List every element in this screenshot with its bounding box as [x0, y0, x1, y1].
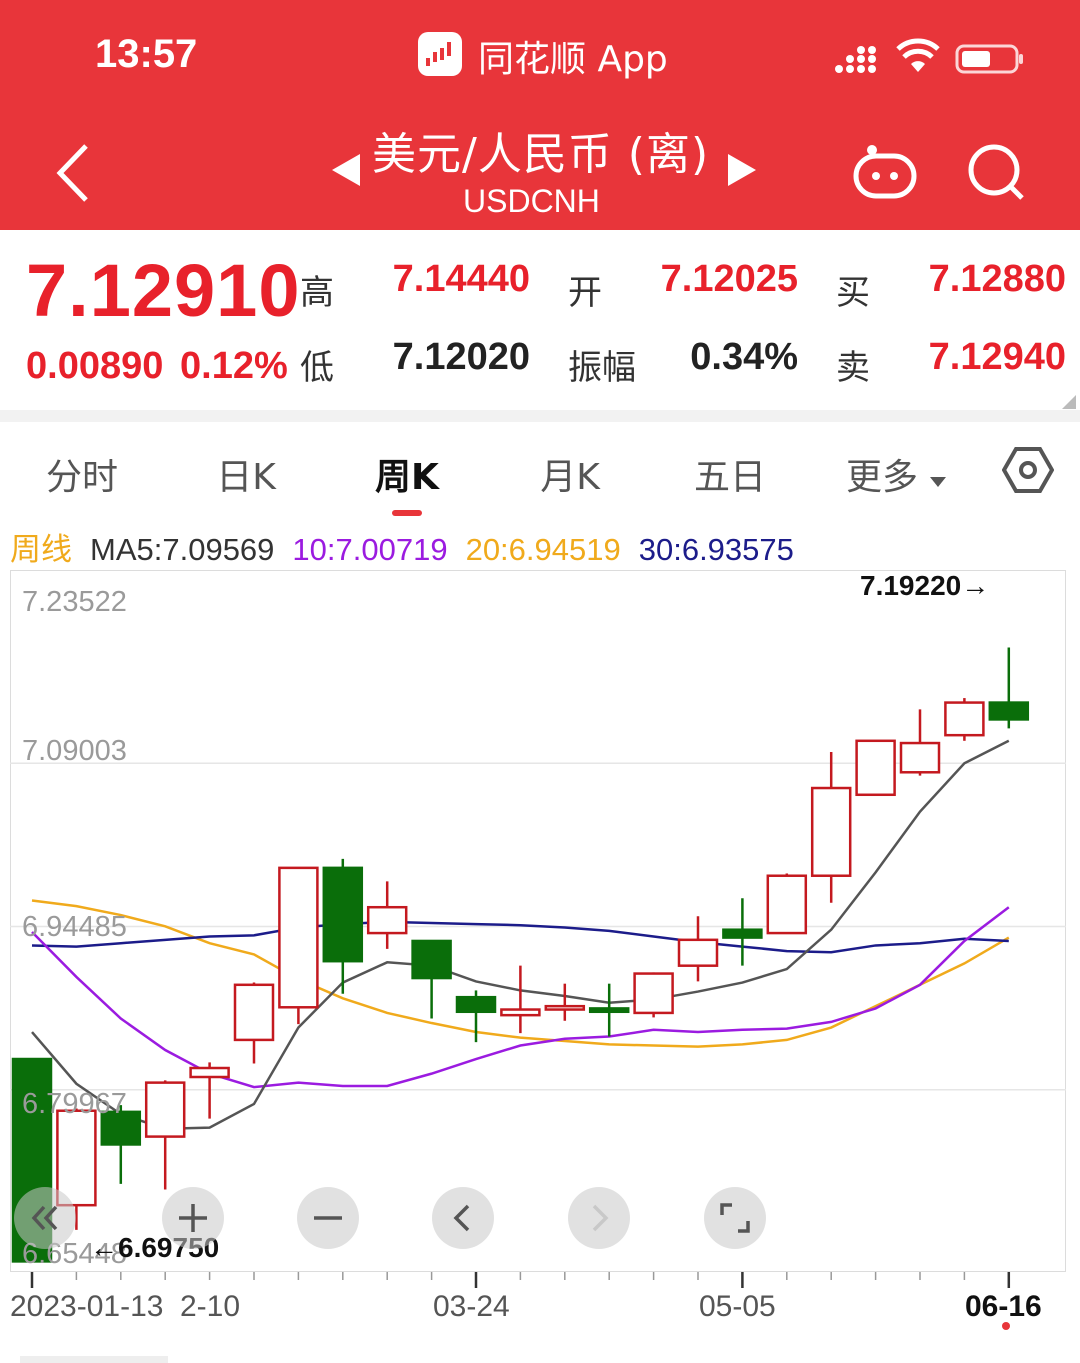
- candle-up: [855, 739, 896, 797]
- candle-up: [944, 701, 985, 737]
- fullscreen-button[interactable]: [704, 1187, 766, 1249]
- candle-up: [500, 1008, 541, 1017]
- chevron-left-icon: [453, 1204, 470, 1232]
- candle-up: [677, 938, 719, 967]
- candle-up: [544, 1004, 586, 1011]
- x-tick-label: 2-10: [180, 1290, 241, 1323]
- candle-up: [366, 905, 408, 935]
- candle-up: [766, 874, 808, 935]
- candle-down: [411, 939, 452, 980]
- candle-up: [810, 786, 852, 877]
- bottom-indicator: [20, 1356, 168, 1363]
- ma5-line: [31, 739, 1010, 1130]
- scroll-to-start-button[interactable]: [14, 1187, 76, 1249]
- plus-icon: [179, 1204, 207, 1232]
- candle-down: [588, 1007, 630, 1014]
- candle-up: [633, 972, 674, 1015]
- candle-down: [455, 995, 497, 1014]
- y-tick-label: 6.94485: [22, 911, 127, 943]
- max-price-annotation: 7.19220→: [860, 570, 990, 601]
- minus-icon: [314, 1216, 342, 1220]
- candle-down: [322, 866, 364, 963]
- scroll-left-button[interactable]: [432, 1187, 494, 1249]
- y-tick-label: 7.09003: [22, 735, 127, 767]
- candle-down: [722, 928, 763, 939]
- x-tick-label: 05-05: [699, 1290, 776, 1323]
- x-tick-label: 03-24: [433, 1290, 510, 1323]
- fullscreen-icon: [720, 1203, 750, 1233]
- candle-up: [144, 1081, 186, 1138]
- candle-up: [233, 983, 275, 1042]
- scroll-right-button[interactable]: [568, 1187, 630, 1249]
- double-chevron-left-icon: [31, 1205, 58, 1231]
- candle-up: [899, 741, 941, 774]
- candle-up: [189, 1066, 230, 1079]
- candle-up: [278, 866, 319, 1009]
- zoom-in-button[interactable]: [162, 1187, 224, 1249]
- chevron-right-icon: [592, 1204, 609, 1232]
- zoom-out-button[interactable]: [297, 1187, 359, 1249]
- chart-canvas: [10, 647, 1066, 1288]
- y-tick-label: 6.79967: [22, 1088, 127, 1120]
- candle-down: [988, 701, 1030, 721]
- latest-dot: [1002, 1322, 1010, 1330]
- x-tick-label: 2023-01-13: [10, 1290, 164, 1323]
- x-tick-label: 06-16: [965, 1290, 1042, 1323]
- y-tick-label: 7.23522: [22, 586, 127, 618]
